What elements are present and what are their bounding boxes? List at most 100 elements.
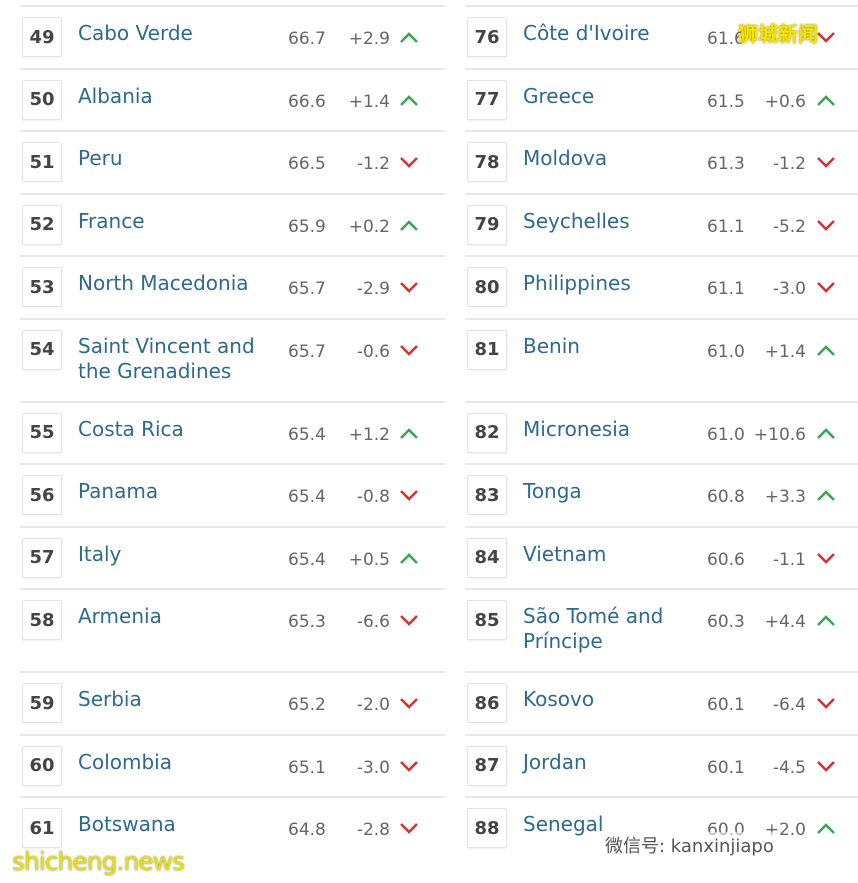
chevron-up-icon	[400, 32, 418, 43]
rank-badge: 51	[22, 142, 62, 182]
score-change: +0.2	[348, 216, 390, 237]
country-name[interactable]: Seychelles	[523, 209, 688, 234]
ranking-row: 79 Seychelles 61.1 -5.2	[465, 192, 858, 256]
ranking-row: 53 North Macedonia 65.7 -2.9	[20, 255, 445, 318]
watermark-bottom-right: 微信号: kanxinjiapo	[605, 832, 774, 858]
rank-badge: 77	[467, 79, 507, 120]
country-name[interactable]: Saint Vincent and the Grenadines	[78, 334, 278, 384]
chevron-up-icon	[817, 823, 835, 834]
rank-badge: 54	[22, 329, 62, 370]
score: 65.4	[288, 487, 326, 507]
score-change: +0.5	[348, 549, 390, 570]
rank-badge: 58	[22, 600, 62, 640]
score: 60.3	[707, 612, 745, 632]
score-change: -1.2	[772, 154, 806, 174]
score: 60.1	[707, 757, 745, 778]
score: 65.4	[288, 549, 326, 570]
score: 61.3	[707, 154, 745, 174]
score: 65.3	[288, 612, 326, 632]
ranking-row: 87 Jordan 60.1 -4.5	[465, 733, 858, 797]
ranking-row: 78 Moldova 61.3 -1.2	[465, 130, 858, 193]
score-change: +3.3	[764, 487, 806, 507]
chevron-down-icon	[400, 282, 418, 293]
rank-badge: 82	[467, 412, 507, 453]
chevron-down-icon	[400, 157, 418, 168]
country-name[interactable]: Botswana	[78, 812, 278, 837]
score: 65.2	[288, 695, 326, 715]
ranking-row: 59 Serbia 65.2 -2.0	[20, 671, 445, 734]
rank-badge: 84	[467, 537, 507, 578]
score: 61.0	[707, 424, 745, 445]
country-name[interactable]: Côte d'Ivoire	[523, 21, 688, 46]
chevron-up-icon	[817, 490, 835, 501]
chevron-up-icon	[400, 552, 418, 564]
country-name[interactable]: Serbia	[78, 687, 278, 712]
chevron-down-icon	[400, 698, 418, 709]
chevron-up-icon	[400, 94, 418, 106]
chevron-down-icon	[400, 823, 418, 834]
chevron-down-icon	[817, 157, 835, 168]
chevron-down-icon	[400, 760, 418, 772]
chevron-up-icon	[400, 427, 418, 439]
country-name[interactable]: Peru	[78, 146, 278, 171]
country-name[interactable]: Jordan	[523, 750, 688, 775]
ranking-row: 57 Italy 65.4 +0.5	[20, 525, 445, 589]
rank-badge: 76	[467, 17, 507, 57]
ranking-row: 50 Albania 66.6 +1.4	[20, 67, 445, 131]
ranking-row: 49 Cabo Verde 66.7 +2.9	[20, 5, 445, 68]
ranking-row: 54 Saint Vincent and the Grenadines 65.7 -0…	[20, 317, 445, 401]
watermark-bottom-left: shicheng.news	[12, 847, 185, 876]
score-change: -6.4	[772, 695, 806, 715]
rank-badge: 86	[467, 683, 507, 723]
country-name[interactable]: Italy	[78, 542, 278, 567]
chevron-down-icon	[817, 32, 835, 43]
country-name[interactable]: Vietnam	[523, 542, 688, 567]
score: 66.5	[288, 154, 326, 174]
country-name[interactable]: Micronesia	[523, 417, 688, 442]
country-name[interactable]: Philippines	[523, 271, 688, 296]
country-name[interactable]: France	[78, 209, 278, 234]
ranking-row: 84 Vietnam 60.6 -1.1	[465, 525, 858, 589]
score-change: -0.6	[356, 341, 390, 362]
country-name[interactable]: São Tomé and Príncipe	[523, 604, 688, 654]
score: 66.7	[288, 29, 326, 49]
rank-badge: 80	[467, 267, 507, 307]
score-change: +1.4	[764, 341, 806, 362]
country-name[interactable]: Panama	[78, 479, 278, 504]
country-name[interactable]: Greece	[523, 84, 688, 109]
score-change: -1.2	[356, 154, 390, 174]
rank-badge: 79	[467, 204, 507, 245]
score-change: -1.1	[772, 549, 806, 570]
country-name[interactable]: Kosovo	[523, 687, 688, 712]
rank-badge: 56	[22, 475, 62, 515]
country-name[interactable]: Cabo Verde	[78, 21, 278, 46]
score-change: -4.5	[772, 757, 806, 778]
chevron-up-icon	[400, 219, 418, 231]
score: 64.8	[288, 820, 326, 840]
rank-badge: 57	[22, 537, 62, 578]
score: 61.1	[707, 279, 745, 299]
country-name[interactable]: North Macedonia	[78, 271, 278, 296]
rank-badge: 87	[467, 745, 507, 786]
score: 65.1	[288, 757, 326, 778]
chevron-up-icon	[817, 615, 835, 626]
country-name[interactable]: Armenia	[78, 604, 278, 629]
country-name[interactable]: Moldova	[523, 146, 688, 171]
country-name[interactable]: Benin	[523, 334, 688, 359]
ranking-row: 82 Micronesia 61.0 +10.6	[465, 400, 858, 464]
score-change: -0.8	[356, 487, 390, 507]
rank-badge: 49	[22, 17, 62, 57]
score: 60.8	[707, 487, 745, 507]
score-change: -6.6	[356, 612, 390, 632]
ranking-row: 52 France 65.9 +0.2	[20, 192, 445, 256]
country-name[interactable]: Costa Rica	[78, 417, 278, 442]
score-change: -2.8	[356, 820, 390, 840]
ranking-column-left: 49 Cabo Verde 66.7 +2.9 50 Albania 66.6 +1.4 51 P…	[20, 5, 445, 859]
country-name[interactable]: Colombia	[78, 750, 278, 775]
rank-badge: 59	[22, 683, 62, 723]
chevron-up-icon	[817, 344, 835, 356]
ranking-row: 86 Kosovo 60.1 -6.4	[465, 671, 858, 734]
score: 65.9	[288, 216, 326, 237]
country-name[interactable]: Tonga	[523, 479, 688, 504]
country-name[interactable]: Albania	[78, 84, 278, 109]
